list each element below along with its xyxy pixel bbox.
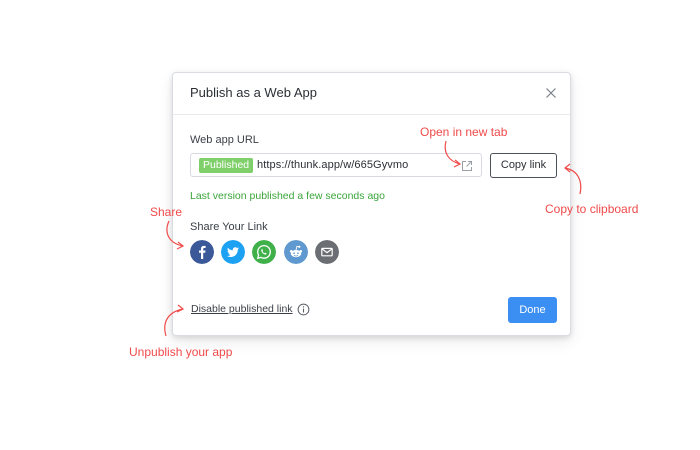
facebook-icon[interactable] <box>190 240 214 264</box>
dialog-header: Publish as a Web App <box>173 73 570 115</box>
annotation-copy: Copy to clipboard <box>545 202 639 216</box>
publish-dialog: Publish as a Web App Web app URL Publish… <box>172 72 571 336</box>
email-icon[interactable] <box>315 240 339 264</box>
url-field[interactable]: Published https://thunk.app/w/665Gyvmo <box>190 153 482 177</box>
published-badge: Published <box>199 158 254 173</box>
reddit-icon[interactable] <box>284 240 308 264</box>
twitter-icon[interactable] <box>221 240 245 264</box>
status-text: Last version published a few seconds ago <box>190 190 385 202</box>
dialog-title: Publish as a Web App <box>190 85 317 100</box>
url-text[interactable]: https://thunk.app/w/665Gyvmo <box>257 158 408 173</box>
done-button[interactable]: Done <box>508 297 557 323</box>
whatsapp-icon[interactable] <box>252 240 276 264</box>
url-label: Web app URL <box>190 134 259 146</box>
annotation-open-tab: Open in new tab <box>420 125 508 139</box>
close-icon[interactable] <box>542 84 560 102</box>
info-icon[interactable] <box>297 303 310 316</box>
annotation-share: Share <box>150 205 183 219</box>
disable-published-link[interactable]: Disable published link <box>191 303 293 315</box>
open-external-icon[interactable] <box>460 159 474 173</box>
share-label: Share Your Link <box>190 221 268 233</box>
annotation-unpublish: Unpublish your app <box>129 345 233 359</box>
copy-link-button[interactable]: Copy link <box>490 153 557 178</box>
